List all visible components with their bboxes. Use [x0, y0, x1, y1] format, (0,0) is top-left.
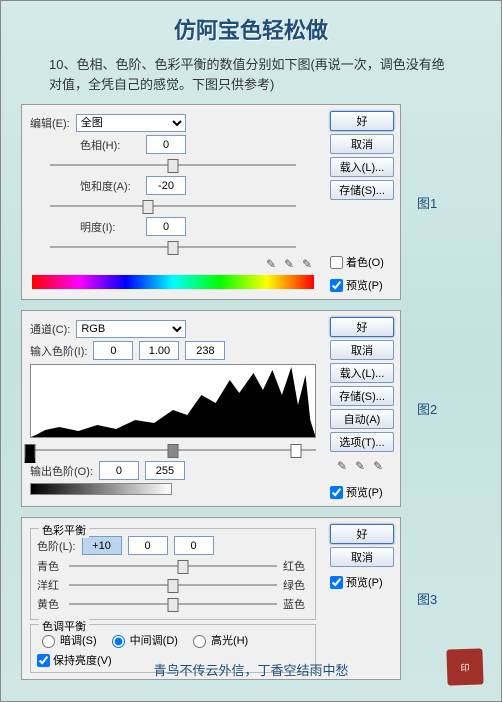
- eyedropper-white-icon[interactable]: ✎: [373, 459, 387, 473]
- footer-poem: 青鸟不传云外信，丁香空结雨中愁: [1, 660, 501, 679]
- cb-val2[interactable]: [128, 536, 168, 555]
- output-levels-label: 输出色阶(O):: [30, 463, 93, 479]
- light-input[interactable]: [146, 217, 186, 236]
- green-label: 绿色: [283, 577, 309, 593]
- cancel-button[interactable]: 取消: [330, 134, 394, 154]
- magenta-label: 洋红: [37, 577, 63, 593]
- levels-dialog: 通道(C): RGB 输入色阶(I): 输出色阶(O):: [21, 310, 401, 507]
- fig1-label: 图1: [417, 193, 437, 212]
- save-button[interactable]: 存储(S)...: [330, 386, 394, 406]
- sat-slider[interactable]: [50, 198, 296, 214]
- hue-label: 色相(H):: [80, 137, 140, 153]
- ok-button[interactable]: 好: [330, 524, 394, 544]
- magenta-green-slider[interactable]: [69, 577, 277, 593]
- load-button[interactable]: 载入(L)...: [330, 157, 394, 177]
- cancel-button[interactable]: 取消: [330, 340, 394, 360]
- ok-button[interactable]: 好: [330, 111, 394, 131]
- red-label: 红色: [283, 558, 309, 574]
- blue-label: 蓝色: [283, 596, 309, 612]
- auto-button[interactable]: 自动(A): [330, 409, 394, 429]
- light-label: 明度(I):: [80, 219, 140, 235]
- input-black[interactable]: [93, 341, 133, 360]
- sat-label: 饱和度(A):: [80, 178, 140, 194]
- eyedropper-icon[interactable]: ✎: [266, 257, 280, 271]
- color-balance-dialog: 色彩平衡 色阶(L): 青色 红色 洋红 绿色 黄色 蓝色 色调平衡: [21, 517, 401, 680]
- output-gradient: [30, 483, 172, 495]
- edit-label: 编辑(E):: [30, 115, 70, 131]
- preview-checkbox[interactable]: 预览(P): [330, 484, 394, 500]
- cancel-button[interactable]: 取消: [330, 547, 394, 567]
- cb-title: 色彩平衡: [39, 522, 89, 538]
- cyan-red-slider[interactable]: [69, 558, 277, 574]
- yellow-label: 黄色: [37, 596, 63, 612]
- options-button[interactable]: 选项(T)...: [330, 432, 394, 452]
- intro-text: 10、色相、色阶、色彩平衡的数值分别如下图(再说一次，调色没有绝对值，全凭自己的…: [1, 51, 501, 104]
- shadows-radio[interactable]: 暗调(S): [37, 632, 97, 648]
- hue-saturation-dialog: 编辑(E): 全图 色相(H): 饱和度(A): 明度(I):: [21, 104, 401, 300]
- eyedropper-minus-icon[interactable]: ✎: [302, 257, 316, 271]
- tone-title: 色调平衡: [39, 618, 89, 634]
- input-slider[interactable]: [30, 442, 316, 458]
- highlights-radio[interactable]: 高光(H): [188, 632, 248, 648]
- edit-select[interactable]: 全图: [76, 114, 186, 132]
- channel-label: 通道(C):: [30, 321, 70, 337]
- hue-spectrum: [32, 275, 314, 289]
- preview-checkbox[interactable]: 预览(P): [330, 574, 394, 590]
- hue-input[interactable]: [146, 135, 186, 154]
- histogram: [30, 364, 316, 438]
- yellow-blue-slider[interactable]: [69, 596, 277, 612]
- cb-val3[interactable]: [174, 536, 214, 555]
- eyedropper-black-icon[interactable]: ✎: [337, 459, 351, 473]
- cb-levels-label: 色阶(L):: [37, 538, 76, 554]
- input-gamma[interactable]: [139, 341, 179, 360]
- hue-slider[interactable]: [50, 157, 296, 173]
- eyedropper-gray-icon[interactable]: ✎: [355, 459, 369, 473]
- ok-button[interactable]: 好: [330, 317, 394, 337]
- sat-input[interactable]: [146, 176, 186, 195]
- cyan-label: 青色: [37, 558, 63, 574]
- output-black[interactable]: [99, 461, 139, 480]
- fig3-label: 图3: [417, 589, 437, 608]
- colorize-checkbox[interactable]: 着色(O): [330, 254, 394, 270]
- cb-val1[interactable]: [82, 536, 122, 555]
- seal-stamp: 印: [446, 648, 483, 685]
- light-slider[interactable]: [50, 239, 296, 255]
- midtones-radio[interactable]: 中间调(D): [107, 632, 178, 648]
- input-white[interactable]: [185, 341, 225, 360]
- output-white[interactable]: [145, 461, 185, 480]
- page-title: 仿阿宝色轻松做: [1, 1, 501, 51]
- load-button[interactable]: 载入(L)...: [330, 363, 394, 383]
- eyedropper-plus-icon[interactable]: ✎: [284, 257, 298, 271]
- input-levels-label: 输入色阶(I):: [30, 343, 87, 359]
- fig2-label: 图2: [417, 399, 437, 418]
- channel-select[interactable]: RGB: [76, 320, 186, 338]
- save-button[interactable]: 存储(S)...: [330, 180, 394, 200]
- preview-checkbox[interactable]: 预览(P): [330, 277, 394, 293]
